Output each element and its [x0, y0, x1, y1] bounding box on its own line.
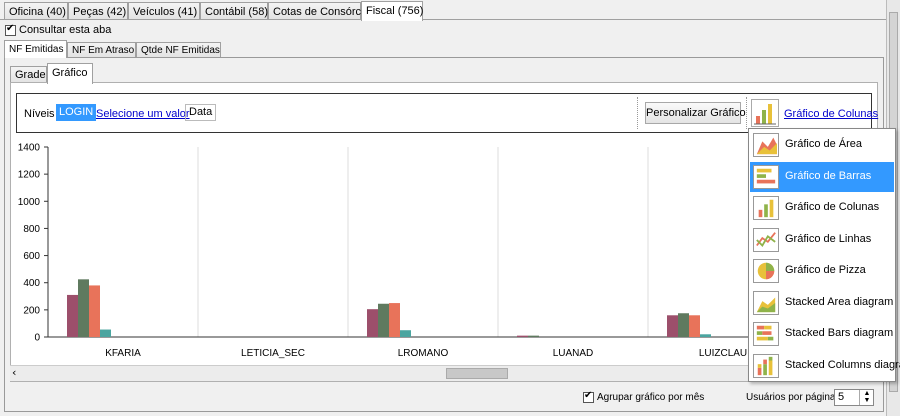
chart-bar: [400, 330, 411, 337]
scroll-left-icon[interactable]: ‹: [12, 366, 16, 379]
stacked-bars-icon: [753, 322, 779, 346]
chart-bar: [389, 303, 400, 337]
chart-menu-item-label: Gráfico de Área: [785, 138, 863, 150]
chart-bar: [378, 303, 389, 337]
tab-fiscal[interactable]: Fiscal (756): [361, 1, 423, 21]
agrupar-checkbox[interactable]: [583, 390, 594, 403]
stepper-arrows-icon[interactable]: ▲ ▼: [859, 390, 874, 405]
tab-nf-emitidas[interactable]: NF Emitidas: [4, 40, 67, 58]
chart-menu-item[interactable]: Gráfico de Colunas: [750, 193, 894, 223]
y-tick-label: 1000: [18, 197, 41, 208]
chart-menu-item[interactable]: Stacked Columns diagram: [750, 351, 900, 381]
chart-bar: [67, 294, 78, 337]
y-tick-label: 800: [23, 224, 40, 235]
chart-menu-item-label: Gráfico de Linhas: [785, 232, 872, 245]
x-tick-label: KFARIA: [105, 348, 141, 359]
chart-bar: [667, 315, 678, 337]
column-chart-icon: [753, 196, 779, 220]
chart-bar: [678, 313, 689, 337]
bar-chart-icon: [753, 164, 779, 189]
y-tick-label: 600: [23, 251, 40, 262]
chart-menu-item[interactable]: Stacked Bars diagram: [750, 319, 894, 349]
x-tick-label: LROMANO: [398, 348, 449, 359]
chart-bar: [89, 285, 100, 337]
scrollbar-thumb[interactable]: [446, 368, 508, 379]
usuarios-value: 5: [838, 391, 845, 403]
chart-bar: [689, 315, 700, 337]
pie-chart-icon: [753, 259, 779, 283]
chart-menu-item-label: Stacked Columns diagram: [785, 358, 900, 371]
chart-bar: [367, 309, 378, 337]
y-tick-label: 400: [23, 278, 40, 289]
chart-menu-item-label: Stacked Bars diagram: [785, 327, 894, 339]
stacked-columns-icon: [753, 353, 779, 378]
chart-menu-item-label: Gráfico de Pizza: [785, 264, 866, 276]
tab-grafico[interactable]: Gráfico: [47, 63, 93, 84]
x-tick-label: LUIZCLAU: [699, 348, 747, 359]
chart-menu-item[interactable]: Stacked Area diagram: [750, 288, 894, 318]
chart-menu-item-label: Gráfico de Colunas: [785, 201, 880, 213]
y-tick-label: 0: [34, 333, 40, 344]
chart-bar: [100, 329, 111, 337]
chart-bar: [528, 335, 539, 337]
y-tick-label: 200: [23, 305, 40, 316]
chart-menu-item[interactable]: Gráfico de Linhas: [750, 225, 894, 255]
x-tick-label: LETICIA_SEC: [241, 348, 305, 359]
usuarios-label: Usuários por página: [746, 392, 836, 403]
y-tick-label: 1400: [18, 143, 41, 154]
chart-bar: [517, 335, 528, 337]
y-tick-label: 1200: [18, 170, 41, 181]
chart-bar: [78, 279, 89, 337]
chart-type-menu: Gráfico de Área Gráfico de Barras Gráfico …: [748, 128, 900, 382]
x-tick-label: LUANAD: [553, 348, 594, 359]
agrupar-label: Agrupar gráfico por mês: [597, 392, 705, 403]
line-chart-icon: [753, 227, 779, 252]
chart-menu-item-label: Stacked Area diagram: [785, 295, 894, 308]
chart-menu-item[interactable]: Gráfico de Barras: [750, 161, 894, 192]
chart-menu-item[interactable]: Gráfico de Pizza: [750, 256, 894, 286]
chart-menu-item[interactable]: Gráfico de Área: [750, 130, 894, 160]
stacked-area-icon: [753, 290, 779, 315]
chart-bar: [700, 334, 711, 337]
chart-menu-item-label: Gráfico de Barras: [785, 169, 872, 182]
usuarios-stepper[interactable]: 5 ▲ ▼: [834, 389, 874, 406]
area-chart-icon: [753, 133, 779, 157]
